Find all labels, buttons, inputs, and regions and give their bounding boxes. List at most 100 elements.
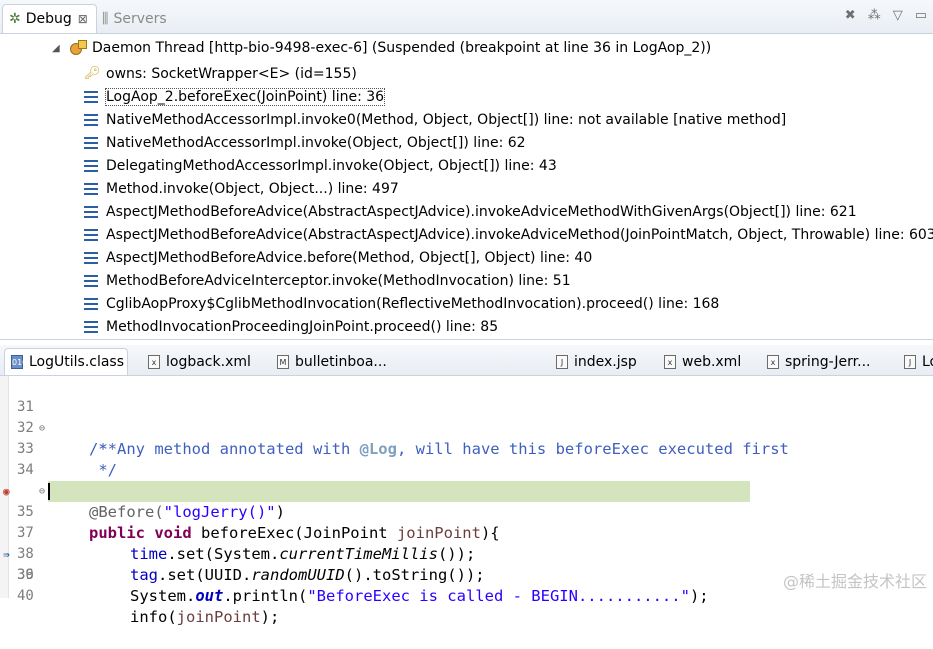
stack-frame-row[interactable]: AspectJMethodBeforeAdvice(AbstractAspect… [84,200,933,223]
editor-tab-logutils[interactable]: 010 LogUtils.class [4,348,128,375]
threads-icon[interactable]: ⁂ [868,8,881,23]
close-tab-icon[interactable]: ⊠ [78,12,88,26]
stack-frame-icon [84,113,98,126]
code-line[interactable]: 32 * Any method annotated with @Log, wil… [0,397,933,458]
current-line-highlight [48,481,750,502]
editor-tab-web-xml[interactable]: x web.xml [664,348,741,375]
stack-frame-icon [84,90,98,103]
remove-terminated-icon[interactable]: ✖ [845,8,856,23]
stack-frame-row[interactable]: MethodBeforeAdviceInterceptor.invoke(Met… [84,269,933,292]
code-parameter: joinPoint [176,608,261,626]
stack-frame-list: 🔑︎ owns: SocketWrapper<E> (id=155) LogAo… [84,62,933,338]
stack-frame-icon [84,251,98,264]
code-area[interactable]: 31 ⊖ /** 32 * Any method annotated with … [0,376,933,626]
stack-frame-row[interactable]: Method.invoke(Object, Object...) line: 4… [84,177,933,200]
view-toolbar: ✖ ⁂ ▽ ▭ [845,8,927,23]
frame-label: MethodInvocationProceedingJoinPoint.proc… [106,318,499,335]
stack-frame-row[interactable]: CglibAopProxy$CglibMethodInvocation(Refl… [84,292,933,315]
tab-debug[interactable]: ✲ Debug ⊠ [2,4,97,33]
tab-servers[interactable]: ⫼ Servers [102,4,182,33]
stack-frame-row[interactable]: NativeMethodAccessorImpl.invoke0(Method,… [84,108,933,131]
suspended-thread-icon [70,40,87,56]
view-menu-icon[interactable]: ▽ [893,8,903,23]
editor-tab-bulletinboard[interactable]: M bulletinboa... [277,348,387,375]
code-plain: System. [130,587,196,605]
editor-tab-spring-jerry[interactable]: x spring-Jerr... [767,348,871,375]
stack-frame-row[interactable]: DelegatingMethodAccessorImpl.invoke(Obje… [84,154,933,177]
debug-view-tabbar: ✲ Debug ⊠ ⫼ Servers ✖ ⁂ ▽ ▭ [0,0,933,34]
frame-label: NativeMethodAccessorImpl.invoke0(Method,… [106,111,787,128]
servers-icon: ⫼ [102,10,109,27]
code-line[interactable]: 33 */ [0,418,933,479]
editor-tab-label: Lo [922,353,933,370]
line-number: 40 [17,588,34,604]
frame-label: owns: SocketWrapper<E> (id=155) [106,65,357,82]
editor-tab-overflow[interactable]: J Lo [904,348,933,375]
xml-file-icon: x [664,354,676,369]
stack-frame-icon [84,297,98,310]
code-line[interactable]: ◉ 35 public void beforeExec(JoinPoint jo… [0,460,933,542]
stack-frame-row[interactable]: AspectJMethodBeforeAdvice(AbstractAspect… [84,223,933,246]
code-string: "BeforeExec is called - BEGIN...........… [307,587,690,605]
tab-servers-label: Servers [113,10,167,27]
stack-frame-row[interactable]: MethodInvocationProceedingJoinPoint.proc… [84,315,933,338]
stack-frame-icon [84,159,98,172]
stack-frame-icon [84,182,98,195]
java-file-icon: J [904,354,916,369]
code-editor: 010 LogUtils.class x logback.xml M bulle… [0,345,933,626]
editor-tab-logback[interactable]: x logback.xml [148,348,251,375]
debug-bug-icon: ✲ [9,11,21,27]
code-text: info(joinPoint); [48,607,279,628]
editor-tabbar: 010 LogUtils.class x logback.xml M bulle… [0,345,933,376]
stack-frame-row[interactable]: NativeMethodAccessorImpl.invoke(Object, … [84,131,933,154]
monitor-key-icon: 🔑︎ [84,66,101,81]
code-line[interactable]: 31 ⊖ /** [0,376,933,458]
stack-frame-icon [84,228,98,241]
code-line[interactable]: 37 time.set(System.currentTimeMillis()); [0,502,933,563]
frame-label: AspectJMethodBeforeAdvice.before(Method,… [106,249,593,266]
code-plain: .println( [223,587,308,605]
stack-frame-row[interactable]: AspectJMethodBeforeAdvice.before(Method,… [84,246,933,269]
stack-frame-icon [84,274,98,287]
editor-tab-label: logback.xml [166,353,251,370]
editor-tab-label: bulletinboa... [295,353,387,370]
code-line[interactable]: 34 ⊖ @Before("logJerry()") [0,439,933,521]
thread-node[interactable]: ◢ Daemon Thread [http-bio-9498-exec-6] (… [52,38,711,58]
stack-frame-icon [84,205,98,218]
code-static-field: out [195,587,224,605]
xml-file-icon: x [767,354,779,369]
current-instruction-line[interactable]: ⇛ 36 System.out.println("BeforeExec is c… [0,481,933,605]
editor-tab-label: spring-Jerr... [785,353,871,370]
code-line[interactable]: 39 [0,544,933,583]
frame-label: LogAop_2.beforeExec(JoinPoint) line: 36 [104,87,386,106]
stack-frame-icon [84,136,98,149]
frame-label: AspectJMethodBeforeAdvice(AbstractAspect… [106,203,857,220]
frame-label: MethodBeforeAdviceInterceptor.invoke(Met… [106,272,571,289]
editor-tab-label: web.xml [682,353,742,370]
frame-label: NativeMethodAccessorImpl.invoke(Object, … [106,134,526,151]
code-plain: info( [130,608,177,626]
minimize-icon[interactable]: ▭ [915,8,927,23]
text-cursor [48,483,50,500]
class-file-icon: 010 [11,355,27,369]
editor-tab-index-jsp[interactable]: J index.jsp [556,348,637,375]
debug-view: ✲ Debug ⊠ ⫼ Servers ✖ ⁂ ▽ ▭ ◢ Daemon Thr… [0,0,933,340]
thread-label: Daemon Thread [http-bio-9498-exec-6] (Su… [92,40,712,56]
editor-tab-label: LogUtils.class [29,354,125,370]
code-punct: ); [260,608,280,626]
tab-debug-label: Debug [25,11,72,27]
frame-label: Method.invoke(Object, Object...) line: 4… [106,180,399,197]
monitor-owner-row[interactable]: 🔑︎ owns: SocketWrapper<E> (id=155) [84,62,933,85]
collapse-arrow-icon[interactable]: ◢ [52,43,64,54]
code-text: System.out.println("BeforeExec is called… [48,586,709,607]
frame-label: AspectJMethodBeforeAdvice(AbstractAspect… [106,226,933,243]
code-punct: ); [689,587,709,605]
stack-frame-row-selected[interactable]: LogAop_2.beforeExec(JoinPoint) line: 36 [84,85,933,108]
code-line[interactable]: 38 tag.set(UUID.randomUUID().toString())… [0,523,933,584]
frame-label: DelegatingMethodAccessorImpl.invoke(Obje… [106,157,557,174]
xml-file-icon: x [148,354,160,369]
editor-tab-label: index.jsp [574,353,637,370]
watermark: @稀土掘金技术社区 [782,572,927,591]
xml-file-icon: M [277,354,289,369]
jsp-file-icon: J [556,354,568,369]
